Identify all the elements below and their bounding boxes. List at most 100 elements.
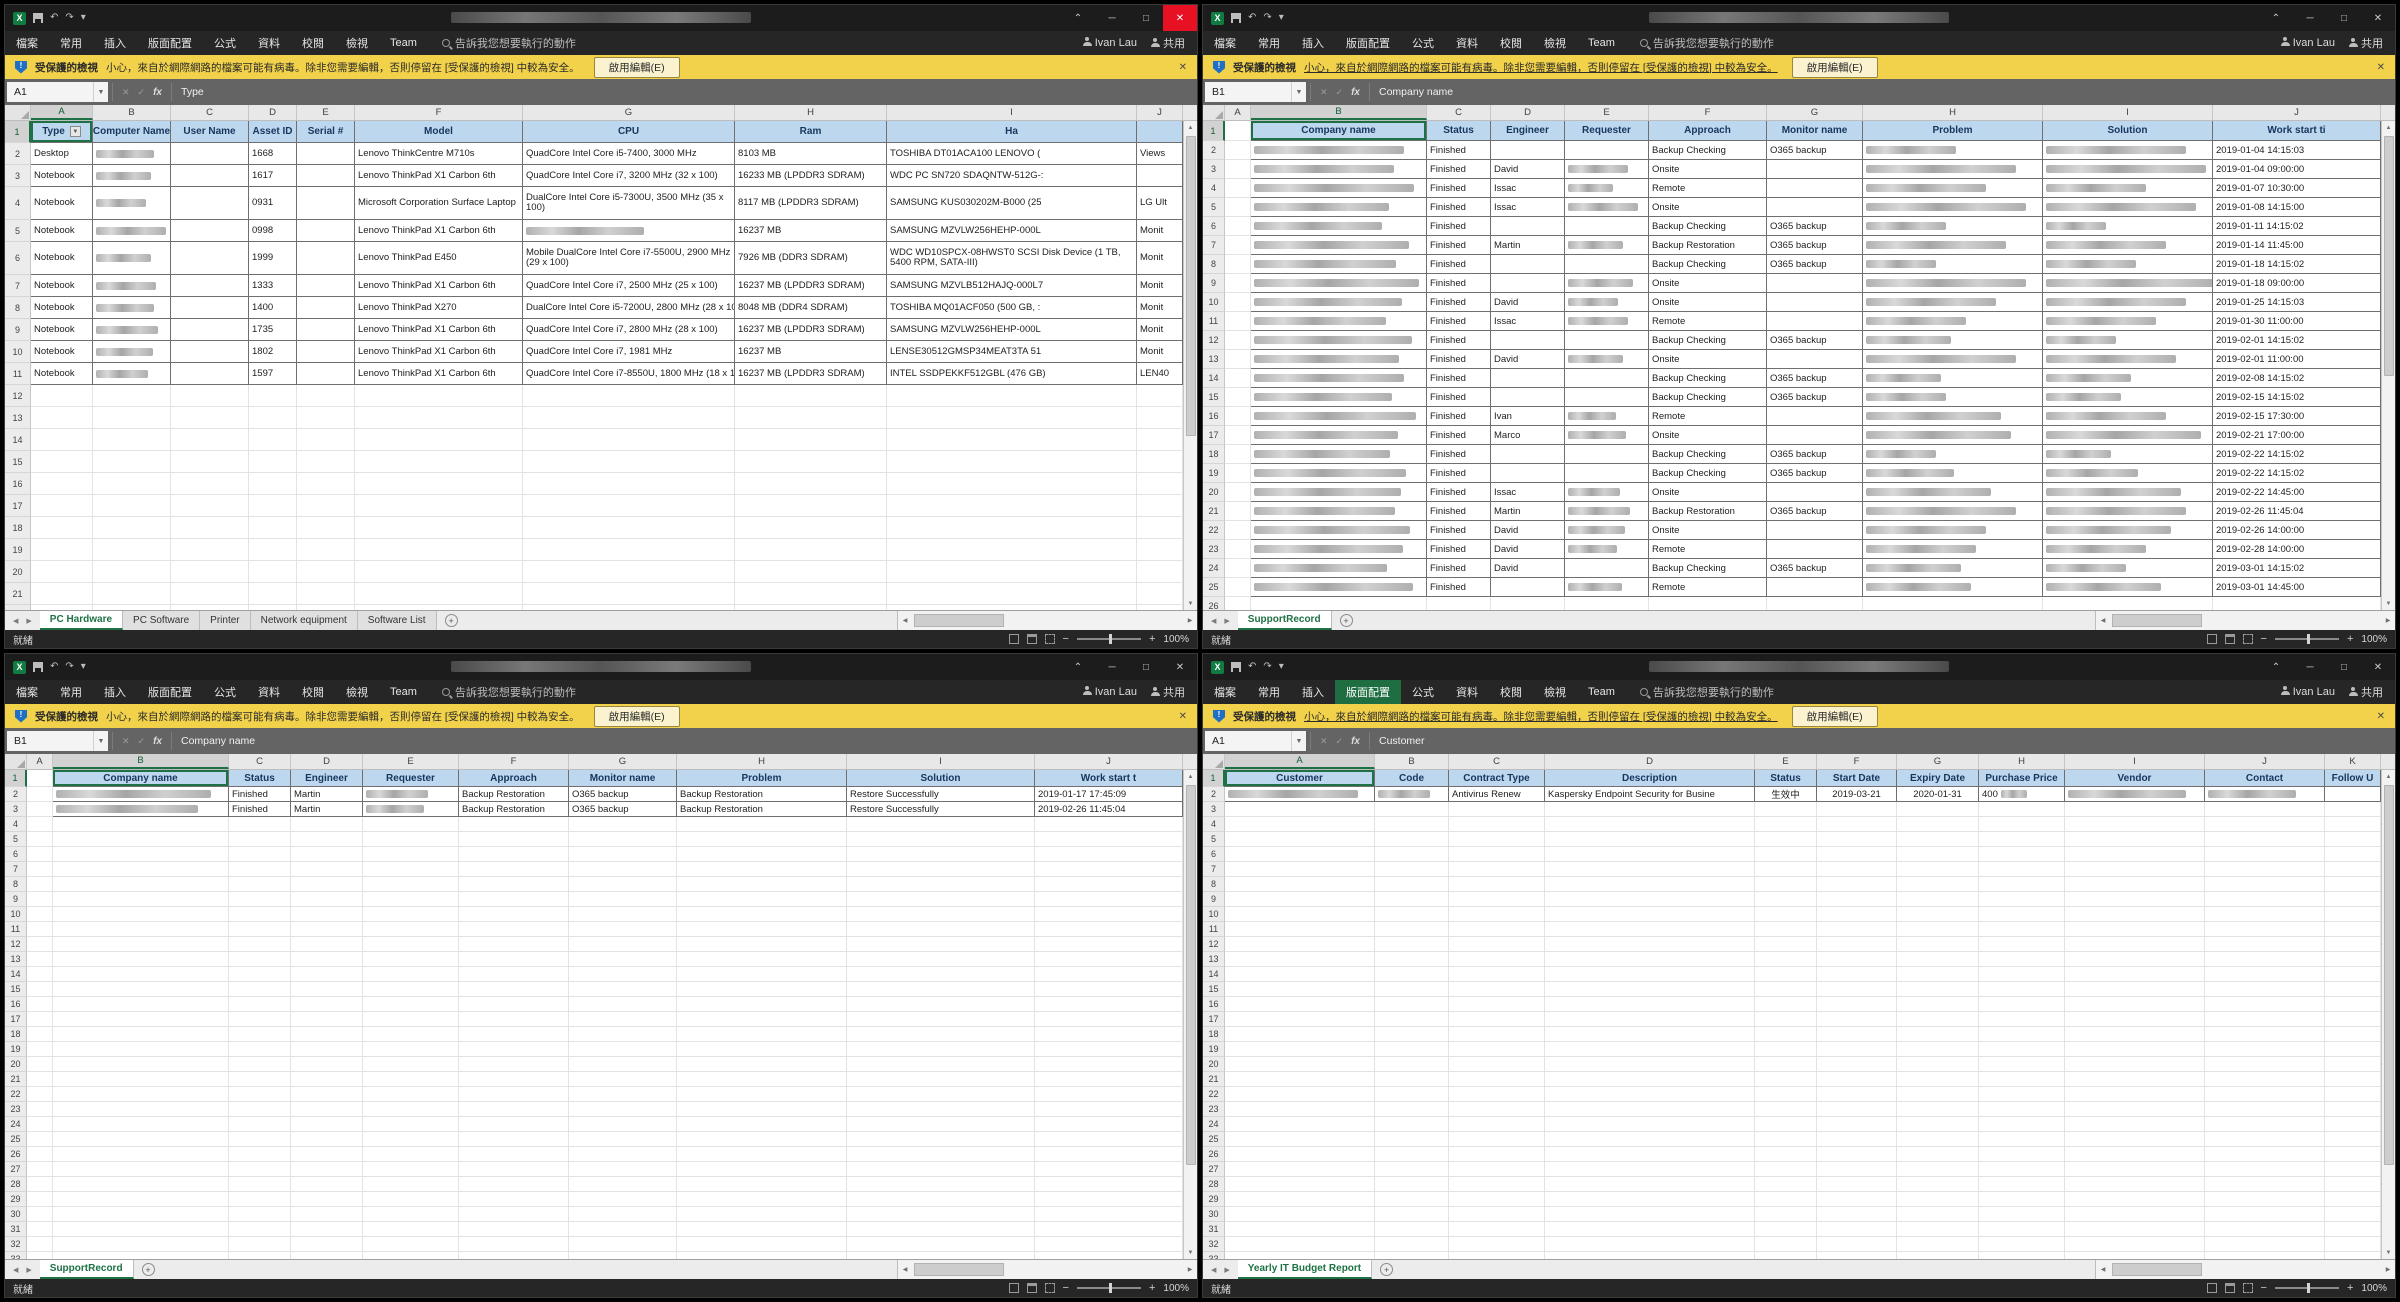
- grid-cell[interactable]: [53, 802, 229, 817]
- grid-cell[interactable]: User Name: [171, 121, 249, 143]
- ribbon-options-icon[interactable]: ⌃: [2259, 654, 2293, 680]
- grid-cell[interactable]: QuadCore Intel Core i7-8550U, 1800 MHz (…: [523, 363, 735, 385]
- menu-tab[interactable]: Team: [1577, 31, 1626, 55]
- grid-cell[interactable]: [1755, 1237, 1817, 1252]
- tab-scroll-right-icon[interactable]: ▶: [1224, 1266, 1229, 1274]
- zoom-slider-thumb[interactable]: [2307, 1283, 2310, 1293]
- grid-cell[interactable]: [2065, 862, 2205, 877]
- grid-cell[interactable]: [569, 1012, 677, 1027]
- grid-cell[interactable]: O365 backup: [1767, 502, 1863, 521]
- grid-cell[interactable]: [27, 1012, 53, 1027]
- grid-cell[interactable]: [1755, 1102, 1817, 1117]
- grid-cell[interactable]: [1755, 1027, 1817, 1042]
- grid-cell[interactable]: [1897, 862, 1979, 877]
- row-header-9[interactable]: 9: [1203, 274, 1225, 293]
- grid-cell[interactable]: [297, 341, 355, 363]
- grid-cell[interactable]: [1251, 502, 1427, 521]
- grid-cell[interactable]: [31, 517, 93, 539]
- spreadsheet-grid[interactable]: 1Type▼Computer NameUser NameAsset IDSeri…: [5, 121, 1183, 610]
- grid-cell[interactable]: [1449, 997, 1545, 1012]
- grid-cell[interactable]: [27, 1237, 53, 1252]
- grid-cell[interactable]: [1545, 817, 1755, 832]
- row-header-21[interactable]: 21: [1203, 1072, 1225, 1087]
- grid-cell[interactable]: [1545, 847, 1755, 862]
- grid-cell[interactable]: Notebook: [31, 220, 93, 242]
- grid-cell[interactable]: [677, 1027, 847, 1042]
- grid-cell[interactable]: [677, 1042, 847, 1057]
- grid-cell[interactable]: [27, 1102, 53, 1117]
- grid-cell[interactable]: [291, 1027, 363, 1042]
- grid-cell[interactable]: [2325, 1237, 2381, 1252]
- grid-cell[interactable]: Status: [229, 770, 291, 787]
- grid-cell[interactable]: [363, 877, 459, 892]
- row-header-15[interactable]: 15: [1203, 388, 1225, 407]
- grid-cell[interactable]: [569, 1207, 677, 1222]
- grid-cell[interactable]: [1565, 141, 1649, 160]
- grid-cell[interactable]: [171, 429, 249, 451]
- grid-cell[interactable]: [2043, 445, 2213, 464]
- grid-cell[interactable]: [355, 407, 523, 429]
- normal-view-icon[interactable]: [2207, 1283, 2217, 1293]
- grid-cell[interactable]: Backup Checking: [1649, 559, 1767, 578]
- grid-cell[interactable]: [1251, 179, 1427, 198]
- row-header-25[interactable]: 25: [1203, 1132, 1225, 1147]
- grid-cell[interactable]: Finished: [1427, 483, 1491, 502]
- grid-cell[interactable]: [2205, 1042, 2325, 1057]
- grid-cell[interactable]: [847, 1192, 1035, 1207]
- grid-cell[interactable]: Notebook: [31, 341, 93, 363]
- grid-cell[interactable]: Model: [355, 121, 523, 143]
- qat-dropdown-icon[interactable]: ▾: [81, 662, 86, 672]
- grid-cell[interactable]: Martin: [1491, 502, 1565, 521]
- ribbon-options-icon[interactable]: ⌃: [1061, 654, 1095, 680]
- grid-cell[interactable]: [1375, 937, 1449, 952]
- grid-cell[interactable]: WDC PC SN720 SDAQNTW-512G-:: [887, 165, 1137, 187]
- grid-cell[interactable]: [1755, 1117, 1817, 1132]
- grid-cell[interactable]: Notebook: [31, 275, 93, 297]
- grid-cell[interactable]: [53, 1147, 229, 1162]
- row-header-10[interactable]: 10: [5, 907, 27, 922]
- name-box[interactable]: B1: [7, 731, 93, 751]
- sheet-tab[interactable]: SupportRecord: [40, 1260, 134, 1279]
- grid-cell[interactable]: [1565, 445, 1649, 464]
- name-box-dropdown-icon[interactable]: ▼: [93, 731, 108, 751]
- grid-cell[interactable]: [1863, 483, 2043, 502]
- page-break-view-icon[interactable]: [2243, 1283, 2253, 1293]
- scroll-up-icon[interactable]: ▲: [2386, 770, 2392, 783]
- grid-cell[interactable]: [2043, 464, 2213, 483]
- grid-cell[interactable]: [1225, 350, 1251, 369]
- grid-cell[interactable]: [1491, 141, 1565, 160]
- grid-cell[interactable]: [569, 847, 677, 862]
- row-header-4[interactable]: 4: [1203, 817, 1225, 832]
- grid-cell[interactable]: [27, 877, 53, 892]
- grid-cell[interactable]: [1817, 802, 1897, 817]
- grid-cell[interactable]: Solution: [847, 770, 1035, 787]
- grid-cell[interactable]: [229, 907, 291, 922]
- grid-cell[interactable]: [229, 967, 291, 982]
- menu-tab[interactable]: Team: [379, 680, 428, 704]
- grid-cell[interactable]: [2043, 521, 2213, 540]
- grid-cell[interactable]: [53, 847, 229, 862]
- grid-cell[interactable]: [1449, 1177, 1545, 1192]
- grid-cell[interactable]: [1375, 1087, 1449, 1102]
- grid-cell[interactable]: [1035, 1207, 1183, 1222]
- grid-cell[interactable]: [1979, 1192, 2065, 1207]
- grid-cell[interactable]: [297, 363, 355, 385]
- grid-cell[interactable]: [1545, 1057, 1755, 1072]
- grid-cell[interactable]: [1817, 892, 1897, 907]
- ribbon-options-icon[interactable]: ⌃: [1061, 5, 1095, 31]
- redo-icon[interactable]: ↷: [65, 13, 73, 23]
- grid-cell[interactable]: [1897, 1162, 1979, 1177]
- grid-cell[interactable]: [1863, 388, 2043, 407]
- scroll-right-icon[interactable]: ▶: [1183, 1266, 1197, 1273]
- grid-cell[interactable]: [1449, 877, 1545, 892]
- grid-cell[interactable]: Finished: [1427, 464, 1491, 483]
- grid-cell[interactable]: [1817, 1012, 1897, 1027]
- column-header-G[interactable]: G: [569, 754, 677, 769]
- grid-cell[interactable]: [1755, 952, 1817, 967]
- row-header-1[interactable]: 1: [5, 121, 31, 143]
- sheet-tab[interactable]: PC Software: [123, 611, 200, 630]
- grid-cell[interactable]: [1449, 892, 1545, 907]
- grid-cell[interactable]: [1817, 1072, 1897, 1087]
- grid-cell[interactable]: [27, 967, 53, 982]
- scroll-left-icon[interactable]: ◀: [898, 1266, 912, 1273]
